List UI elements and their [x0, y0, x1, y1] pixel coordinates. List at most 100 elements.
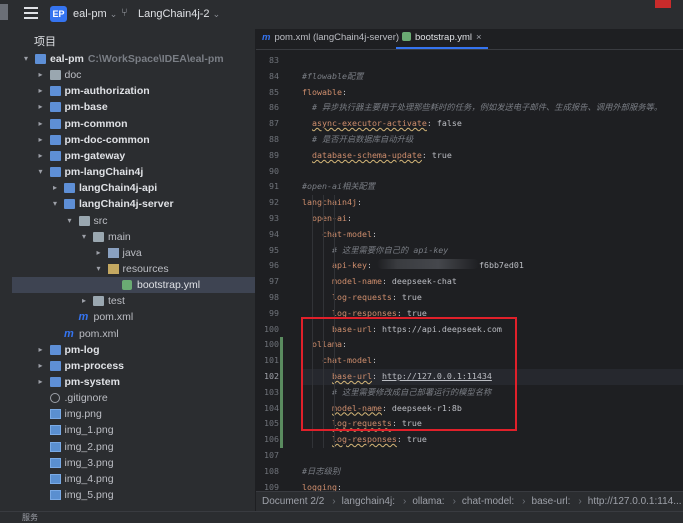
chevron-down-icon: ⌄ [109, 9, 118, 19]
chevron-right-icon[interactable]: ▸ [97, 245, 105, 261]
chevron-down-icon[interactable]: ▾ [24, 51, 32, 67]
breadcrumb-item[interactable]: langchain4j: [342, 496, 395, 507]
line-number: 99 [269, 307, 279, 318]
breadcrumb-item[interactable]: chat-model: [462, 496, 514, 507]
line-number: 85 [269, 86, 279, 97]
tree-item-text: img.png [64, 408, 102, 421]
code-line[interactable]: model-name: deepseek-chat [302, 274, 457, 290]
tree-item[interactable]: ▸ pm-process [12, 358, 255, 374]
breadcrumb-document[interactable]: Document 2/2 [262, 496, 324, 507]
tree-item-label: langChain4j-server [79, 196, 174, 212]
chevron-right-icon[interactable]: ▸ [39, 99, 47, 115]
tree-item-label: .gitignore [65, 390, 108, 406]
code-token: : true [391, 292, 422, 302]
tree-item[interactable]: ▸ pm-authorization [12, 83, 255, 99]
line-number: 86 [269, 102, 279, 113]
code-line[interactable]: #日志级别 [302, 464, 340, 480]
tree-item[interactable]: ▾ main [12, 229, 255, 245]
code-line[interactable]: flowable: [302, 85, 347, 101]
tree-item[interactable]: ▸ pm-base [12, 99, 255, 115]
code-line[interactable]: async-executor-activate: false [302, 116, 462, 132]
chevron-down-icon[interactable]: ▾ [53, 196, 61, 212]
tree-item[interactable]: img_1.png [12, 422, 255, 438]
chevron-right-icon[interactable]: ▸ [39, 148, 47, 164]
tree-item[interactable]: img_2.png [12, 439, 255, 455]
code-line[interactable]: log-responses: true [302, 432, 427, 448]
tab-bootstrap-yml[interactable]: bootstrap.yml × [396, 29, 488, 49]
tree-item[interactable]: ▾ resources [12, 261, 255, 277]
image-file-icon [49, 473, 61, 484]
chevron-down-icon: ⌄ [212, 9, 221, 19]
chevron-right-icon[interactable]: ▸ [39, 358, 47, 374]
code-line[interactable]: #flowable配置 [302, 69, 364, 85]
tree-item-label: src [94, 213, 108, 229]
tree-item[interactable]: img.png [12, 406, 255, 422]
breadcrumb-item[interactable]: base-url: [532, 496, 571, 507]
chevron-right-icon[interactable]: ▸ [39, 116, 47, 132]
chevron-right-icon[interactable]: ▸ [39, 374, 47, 390]
tree-item[interactable]: bootstrap.yml [12, 277, 255, 294]
code-line[interactable]: open-ai: [302, 211, 352, 227]
chevron-right-icon[interactable]: ▸ [53, 180, 61, 196]
breadcrumb-item[interactable]: http://127.0.0.1:114... [588, 496, 682, 507]
main-menu-icon[interactable] [24, 7, 38, 19]
chevron-right-icon[interactable]: ▸ [39, 83, 47, 99]
chevron-down-icon[interactable]: ▾ [82, 229, 90, 245]
tree-item[interactable]: .gitignore [12, 390, 255, 406]
tree-item-text: resources [122, 262, 169, 275]
code-line[interactable]: # 是否开启数据库自动升级 [302, 132, 413, 148]
tree-item-label: pm-doc-common [65, 132, 150, 148]
services-label[interactable]: 服务 [22, 512, 38, 523]
tree-item-text: langChain4j-api [79, 182, 158, 195]
line-number: 107 [264, 450, 279, 460]
resources-folder-icon [107, 263, 119, 274]
tree-item[interactable]: ▸ pm-gateway [12, 148, 255, 164]
branch-switcher[interactable]: LangChain4j-2 ⌄ [138, 8, 220, 20]
code-token: : [366, 260, 377, 271]
code-line[interactable]: langchain4j: [302, 195, 362, 211]
code-line[interactable]: api-key: f6bb7ed01 [302, 258, 524, 274]
tab-pom-xml[interactable]: m pom.xml (langChain4j-server) [256, 29, 405, 47]
tree-item[interactable]: ▾ src [12, 213, 255, 229]
code-line[interactable]: database-schema-update: true [302, 148, 452, 164]
chevron-right-icon[interactable]: ▸ [39, 132, 47, 148]
tree-item[interactable]: m pom.xml [12, 309, 255, 325]
tree-item[interactable]: img_4.png [12, 471, 255, 487]
chevron-right-icon[interactable]: ▸ [39, 342, 47, 358]
line-number: 92 [269, 197, 279, 208]
chevron-right-icon[interactable]: ▸ [82, 293, 90, 309]
maven-file-icon: m [262, 32, 271, 43]
tree-item[interactable]: ▸ pm-common [12, 116, 255, 132]
tree-item[interactable]: img_3.png [12, 455, 255, 471]
tree-item[interactable]: ▸ pm-log [12, 342, 255, 358]
tree-item[interactable]: ▸ pm-doc-common [12, 132, 255, 148]
code-line[interactable]: log-requests: true [302, 290, 422, 306]
tree-item[interactable]: ▾ eal-pm C:\WorkSpace\IDEA\eal-pm [12, 51, 255, 67]
chevron-down-icon[interactable]: ▾ [39, 164, 47, 180]
chevron-down-icon[interactable]: ▾ [97, 261, 105, 277]
project-switcher[interactable]: eal-pm ⌄ [73, 8, 117, 20]
tree-item[interactable]: ▾ pm-langChain4j [12, 164, 255, 180]
tree-item-label: main [108, 229, 131, 245]
breadcrumb-item[interactable]: ollama: [412, 496, 444, 507]
tree-item[interactable]: ▸ doc [12, 67, 255, 83]
tree-item-text: img_2.png [64, 440, 114, 453]
code-line[interactable]: # 异步执行器主要用于处理那些耗时的任务，例如发送电子邮件、生成报告、调用外部服… [302, 100, 662, 116]
tree-item[interactable]: ▾ langChain4j-server [12, 196, 255, 212]
tree-item-text: img_1.png [64, 424, 114, 437]
notification-icon[interactable] [655, 0, 671, 8]
tree-item[interactable]: ▸ java [12, 245, 255, 261]
tree-item[interactable]: ▸ langChain4j-api [12, 180, 255, 196]
tree-item[interactable]: m pom.xml [12, 326, 255, 342]
tree-item[interactable]: ▸ pm-system [12, 374, 255, 390]
tree-item[interactable]: ▸ test [12, 293, 255, 309]
chevron-down-icon[interactable]: ▾ [68, 213, 76, 229]
line-number: 88 [269, 134, 279, 144]
code-line[interactable]: #open-ai相关配置 [302, 179, 375, 195]
breadcrumb-separator-icon: › [522, 496, 526, 507]
tree-item[interactable]: img_5.png [12, 487, 255, 503]
code-line[interactable]: chat-model: [302, 227, 377, 243]
close-icon[interactable]: × [476, 32, 482, 43]
project-badge[interactable]: EP [50, 6, 67, 22]
chevron-right-icon[interactable]: ▸ [39, 67, 47, 83]
